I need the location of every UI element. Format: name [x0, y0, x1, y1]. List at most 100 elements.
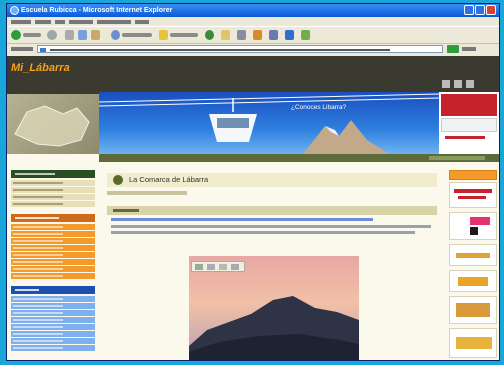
address-label	[11, 47, 33, 51]
nav-item[interactable]	[11, 331, 95, 337]
header-button-2[interactable]	[454, 80, 462, 88]
back-icon[interactable]	[11, 30, 21, 40]
home-icon[interactable]	[91, 30, 100, 40]
nav-item[interactable]	[11, 345, 95, 351]
nav-item[interactable]	[11, 303, 95, 309]
ad-banner[interactable]	[449, 328, 497, 358]
cable-car-icon	[209, 98, 257, 142]
nav-item[interactable]	[11, 252, 95, 258]
go-icon[interactable]	[447, 45, 459, 53]
links-label[interactable]	[462, 47, 476, 51]
left-navigation	[7, 170, 99, 360]
stop-icon[interactable]	[65, 30, 74, 40]
nav-item[interactable]	[11, 310, 95, 316]
page-viewport: Mi_Lábarra ¿Conoces Libarra? La Comarca …	[7, 56, 499, 360]
ad-banner[interactable]	[449, 270, 497, 292]
print-icon[interactable]	[237, 30, 246, 40]
nav-item[interactable]	[11, 317, 95, 323]
nav-item[interactable]	[11, 324, 95, 330]
menu-view[interactable]	[55, 20, 65, 24]
ad-header-line	[445, 136, 485, 139]
minimize-button[interactable]	[464, 5, 474, 15]
photo-tool-save[interactable]	[195, 264, 203, 270]
back-label	[23, 33, 41, 37]
favorites-label	[170, 33, 198, 37]
nav-item[interactable]	[11, 296, 95, 302]
banner-question: ¿Conoces Libarra?	[291, 104, 347, 111]
nav-item[interactable]	[11, 231, 95, 237]
close-button[interactable]	[486, 5, 496, 15]
mail-icon[interactable]	[221, 30, 230, 40]
browser-window: Escuela Rubicca - Microsoft Internet Exp…	[6, 3, 500, 361]
header-banner: ¿Conoces Libarra?	[99, 92, 439, 154]
nav-item[interactable]	[11, 187, 95, 193]
page-title: La Comarca de Lábarra	[129, 175, 209, 184]
ad-header-white	[441, 118, 497, 132]
menu-tools[interactable]	[97, 20, 131, 24]
page-title-bar: La Comarca de Lábarra	[107, 173, 437, 187]
region-map	[7, 94, 99, 154]
photo-tool-mail[interactable]	[219, 264, 227, 270]
nav-head-1	[11, 170, 95, 178]
address-url	[50, 49, 390, 51]
nav-head-3	[11, 286, 95, 294]
ad-banner[interactable]	[449, 182, 497, 208]
text-line	[111, 231, 415, 234]
internet-explorer-icon	[10, 6, 19, 15]
photo-toolbar-icon[interactable]	[191, 261, 245, 272]
header-button-1[interactable]	[442, 80, 450, 88]
intro-heading-line[interactable]	[111, 218, 373, 221]
ad-banner[interactable]	[449, 212, 497, 240]
title-bar: Escuela Rubicca - Microsoft Internet Exp…	[7, 4, 499, 17]
site-header: Mi_Lábarra	[7, 56, 499, 94]
breadcrumb[interactable]	[107, 191, 187, 195]
edit-icon[interactable]	[253, 30, 262, 40]
messenger-icon[interactable]	[285, 30, 294, 40]
page-icon	[40, 48, 46, 52]
menu-edit[interactable]	[35, 20, 51, 24]
standard-toolbar	[7, 26, 499, 44]
text-line	[111, 225, 431, 228]
right-sidebar	[447, 170, 499, 360]
search-label	[122, 33, 152, 37]
sidebar-header	[449, 170, 497, 180]
menu-favorites[interactable]	[69, 20, 93, 24]
header-button-3[interactable]	[466, 80, 474, 88]
nav-item[interactable]	[11, 273, 95, 279]
ad-header-box[interactable]	[439, 92, 499, 154]
nav-item[interactable]	[11, 201, 95, 207]
nav-item[interactable]	[11, 245, 95, 251]
nav-item[interactable]	[11, 224, 95, 230]
ad-header-red	[441, 94, 497, 116]
search-strip[interactable]	[429, 156, 485, 160]
menu-file[interactable]	[11, 20, 31, 24]
search-icon[interactable]	[111, 30, 120, 40]
photo-tool-folder[interactable]	[231, 264, 239, 270]
nav-item[interactable]	[11, 266, 95, 272]
maximize-button[interactable]	[475, 5, 485, 15]
nav-item[interactable]	[11, 180, 95, 186]
nav-item[interactable]	[11, 194, 95, 200]
favorites-icon[interactable]	[159, 30, 168, 40]
menu-bar	[7, 17, 499, 26]
menu-help[interactable]	[135, 20, 149, 24]
nav-item[interactable]	[11, 338, 95, 344]
title-bullet-icon	[113, 175, 123, 185]
address-bar	[7, 43, 499, 55]
refresh-icon[interactable]	[78, 30, 87, 40]
history-icon[interactable]	[205, 30, 214, 40]
research-icon[interactable]	[301, 30, 310, 40]
site-logo[interactable]: Mi_Lábarra	[11, 62, 70, 74]
nav-head-2	[11, 214, 95, 222]
window-title: Escuela Rubicca - Microsoft Internet Exp…	[21, 7, 173, 14]
nav-item[interactable]	[11, 259, 95, 265]
photo-tool-print[interactable]	[207, 264, 215, 270]
header-subband	[99, 154, 499, 162]
ad-banner[interactable]	[449, 244, 497, 266]
nav-item[interactable]	[11, 238, 95, 244]
address-input[interactable]	[37, 45, 443, 53]
section-header	[107, 206, 437, 215]
forward-icon[interactable]	[47, 30, 57, 40]
ad-banner[interactable]	[449, 296, 497, 324]
discuss-icon[interactable]	[269, 30, 278, 40]
